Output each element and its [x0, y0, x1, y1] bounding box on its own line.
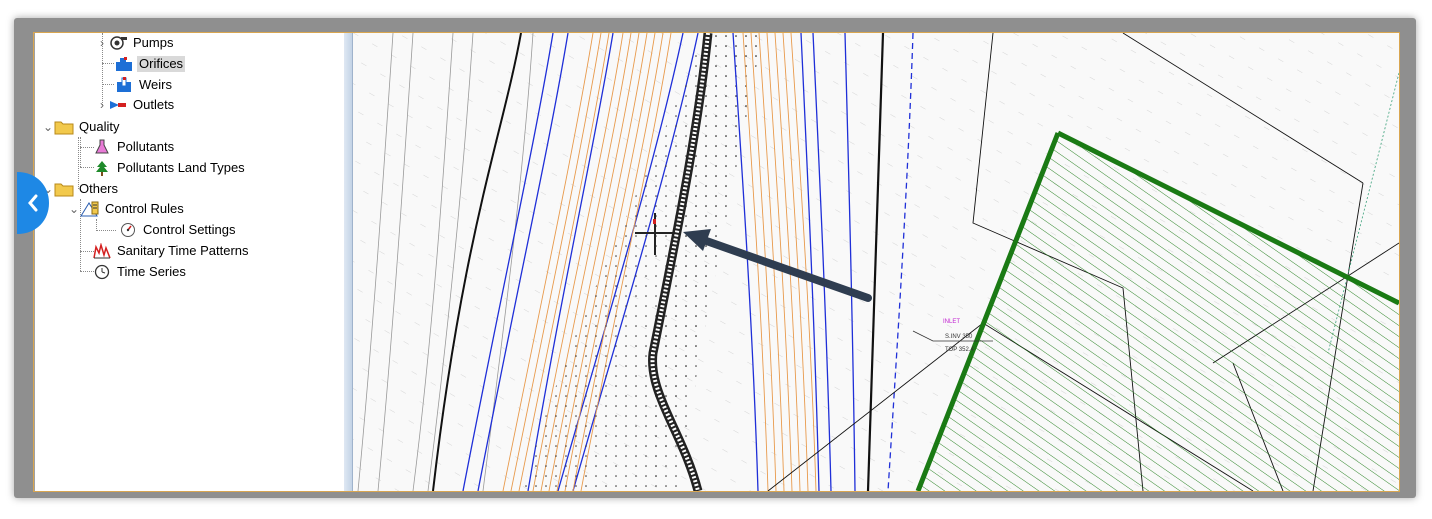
chevron-down-icon[interactable]: ⌄	[68, 202, 80, 216]
chevron-right-icon[interactable]: ›	[96, 98, 108, 112]
chevron-right-icon[interactable]: ›	[96, 36, 108, 50]
clock-icon	[92, 263, 112, 281]
tree-connector	[80, 137, 81, 167]
tree-item-orifices[interactable]: Orifices	[114, 54, 186, 74]
tree-item-quality[interactable]: ⌄ Quality	[42, 117, 121, 137]
tree-item-label: Control Settings	[143, 222, 236, 237]
map-label-inlet: INLET	[943, 319, 961, 325]
collapse-panel-tab[interactable]	[17, 172, 49, 234]
tree-left-border	[34, 33, 35, 491]
tree-item-control-rules[interactable]: ⌄ Control Rules	[68, 199, 186, 219]
project-tree[interactable]: › Pumps Orifices Weirs › Outlets ⌄ Quali…	[34, 33, 345, 491]
tree-item-label: Time Series	[117, 264, 186, 279]
flask-icon	[92, 138, 112, 156]
tree-item-label: Pumps	[133, 35, 174, 50]
tree-item-others[interactable]: ⌄ Others	[42, 179, 120, 199]
tree-item-label: Outlets	[133, 97, 175, 112]
outlet-icon	[108, 96, 128, 114]
tree-connector	[102, 84, 114, 85]
weir-icon	[114, 76, 134, 94]
tree-item-time-series[interactable]: Time Series	[92, 262, 188, 282]
map-drawing	[353, 33, 1399, 491]
tree-icon	[92, 159, 112, 177]
folder-icon	[54, 180, 74, 198]
tree-item-weirs[interactable]: Weirs	[114, 75, 174, 95]
gauge-icon	[118, 221, 138, 239]
control-rules-icon	[80, 200, 100, 218]
tree-item-label: Weirs	[139, 77, 172, 92]
tree-item-label: Pollutants	[117, 139, 175, 154]
tree-item-pumps[interactable]: › Pumps	[96, 33, 175, 53]
tree-item-control-settings[interactable]: Control Settings	[118, 220, 238, 240]
tree-item-label: Control Rules	[105, 201, 184, 216]
tree-item-label: Pollutants Land Types	[117, 160, 245, 175]
tree-item-label: Quality	[79, 119, 120, 134]
map-label-top: TOP 352.4	[945, 347, 974, 353]
tree-item-label: Sanitary Time Patterns	[117, 243, 249, 258]
chevron-down-icon[interactable]: ⌄	[42, 120, 54, 134]
tree-item-pollutants[interactable]: Pollutants	[92, 137, 176, 157]
tree-item-outlets[interactable]: › Outlets	[96, 95, 176, 115]
tree-connector	[96, 230, 116, 231]
pattern-icon	[92, 242, 112, 260]
map-canvas[interactable]: INLET S.INV 350 TOP 352.4	[353, 33, 1399, 491]
tree-item-pollutants-land-types[interactable]: Pollutants Land Types	[92, 158, 247, 178]
tree-item-label: Orifices	[137, 56, 186, 72]
tree-item-sanitary-time-patterns[interactable]: Sanitary Time Patterns	[92, 241, 251, 261]
tree-connector	[102, 63, 114, 64]
tree-item-label: Others	[79, 181, 119, 196]
app-panel: › Pumps Orifices Weirs › Outlets ⌄ Quali…	[33, 32, 1400, 492]
pump-icon	[108, 34, 128, 52]
panel-splitter[interactable]	[344, 33, 353, 491]
orifice-icon	[114, 55, 134, 73]
map-label-inv: S.INV 350	[945, 334, 973, 340]
folder-icon	[54, 118, 74, 136]
